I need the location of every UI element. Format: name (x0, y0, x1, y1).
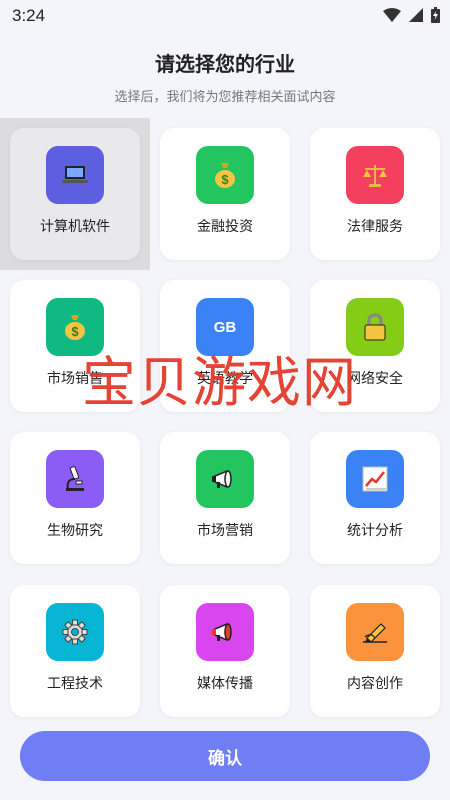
industry-card-media[interactable]: 媒体传播 (160, 585, 290, 717)
scales-icon (346, 146, 404, 204)
industry-card-marketing[interactable]: 市场营销 (160, 432, 290, 564)
money-bag-icon: $ (196, 146, 254, 204)
industry-card-biology[interactable]: 生物研究 (10, 432, 140, 564)
megaphone-icon (196, 450, 254, 508)
industry-label: 媒体传播 (197, 676, 253, 692)
industry-card-engineering[interactable]: 工程技术 (10, 585, 140, 717)
industry-label: 内容创作 (347, 676, 403, 692)
megaphone-icon (196, 603, 254, 661)
industry-card-software[interactable]: 计算机软件 (10, 128, 140, 260)
chart-icon (346, 450, 404, 508)
industry-card-finance[interactable]: $ 金融投资 (160, 128, 290, 260)
svg-text:$: $ (221, 172, 229, 187)
pencil-icon (346, 603, 404, 661)
microscope-icon (46, 450, 104, 508)
industry-label: 市场营销 (197, 523, 253, 539)
industry-card-content[interactable]: 内容创作 (310, 585, 440, 717)
industry-label: 生物研究 (47, 523, 103, 539)
industry-label: 工程技术 (47, 676, 103, 692)
laptop-icon (46, 146, 104, 204)
gear-icon (46, 603, 104, 661)
industry-label: 法律服务 (347, 219, 403, 235)
gb-icon-text: GB (213, 318, 237, 336)
confirm-button[interactable]: 确认 (20, 731, 430, 781)
industry-card-statistics[interactable]: 统计分析 (310, 432, 440, 564)
industry-label: 统计分析 (347, 523, 403, 539)
industry-label: 金融投资 (197, 219, 253, 235)
watermark: 宝贝游戏网 (82, 351, 357, 414)
industry-card-legal[interactable]: 法律服务 (310, 128, 440, 260)
industry-label: 计算机软件 (40, 219, 110, 235)
svg-text:$: $ (71, 324, 79, 339)
